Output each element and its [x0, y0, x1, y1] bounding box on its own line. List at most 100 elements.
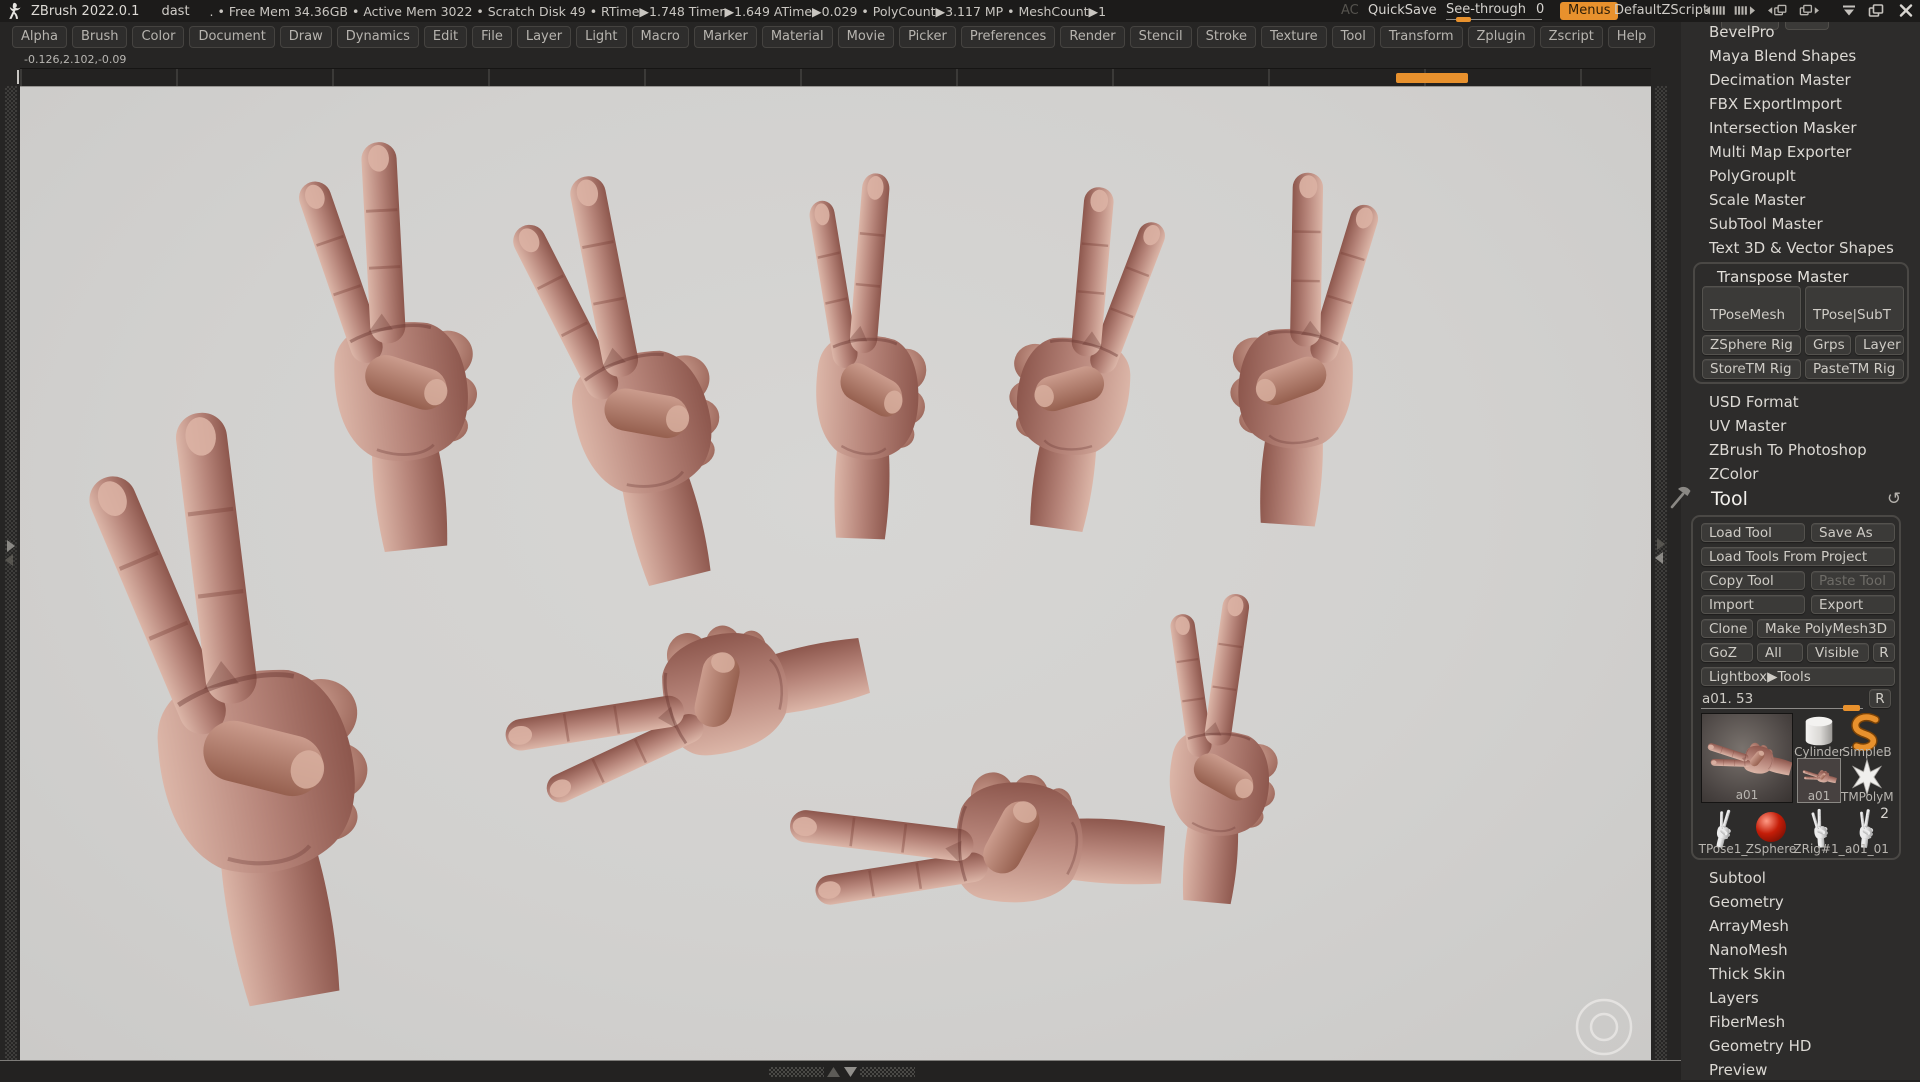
load-tools-from-project-button[interactable]: Load Tools From Project: [1701, 547, 1895, 566]
section-geometry[interactable]: Geometry: [1681, 890, 1920, 914]
layer-button[interactable]: Layer: [1855, 335, 1904, 355]
plugin-subtool-master[interactable]: SubTool Master: [1681, 212, 1920, 236]
storetm-rig-button[interactable]: StoreTM Rig: [1702, 359, 1801, 379]
restore-window-button[interactable]: [1868, 3, 1884, 18]
menu-alpha[interactable]: Alpha: [12, 26, 67, 48]
sculpted-hand[interactable]: [289, 132, 495, 560]
plugin-intersection-masker[interactable]: Intersection Masker: [1681, 116, 1920, 140]
plugin-fbx-exportimport[interactable]: FBX ExportImport: [1681, 92, 1920, 116]
slider-r-button[interactable]: R: [1869, 689, 1891, 708]
plugin-usd-format[interactable]: USD Format: [1681, 390, 1920, 414]
import-button[interactable]: Import: [1701, 595, 1805, 614]
plugin-zcolor[interactable]: ZColor: [1681, 462, 1920, 486]
tool-thumb-zrig1[interactable]: ZRig#1_: [1793, 808, 1845, 856]
quicksave-button[interactable]: QuickSave: [1368, 3, 1437, 18]
pastetm-rig-button[interactable]: PasteTM Rig: [1805, 359, 1904, 379]
menu-draw[interactable]: Draw: [279, 26, 332, 48]
menu-edit[interactable]: Edit: [423, 26, 468, 48]
menu-preferences[interactable]: Preferences: [960, 26, 1056, 48]
menu-tool[interactable]: Tool: [1331, 26, 1375, 48]
goz-visible-button[interactable]: Visible: [1807, 643, 1869, 662]
window-cycle-right-icon[interactable]: [1797, 3, 1819, 18]
goz-all-button[interactable]: All: [1757, 643, 1803, 662]
plugin-multi-map-exporter[interactable]: Multi Map Exporter: [1681, 140, 1920, 164]
right-tray-toggle-arrows[interactable]: [1653, 536, 1667, 566]
tool-thumb-simplebrush[interactable]: SimpleB: [1842, 713, 1892, 759]
section-thick-skin[interactable]: Thick Skin: [1681, 962, 1920, 986]
tool-thumb-tpose1[interactable]: TPose1_: [1699, 808, 1747, 856]
menu-color[interactable]: Color: [132, 26, 185, 48]
menu-dynamics[interactable]: Dynamics: [336, 26, 419, 48]
menu-texture[interactable]: Texture: [1261, 26, 1327, 48]
active-tool-slider-handle[interactable]: [1843, 705, 1860, 711]
plugin-zbrush-to-photoshop[interactable]: ZBrush To Photoshop: [1681, 438, 1920, 462]
menu-marker[interactable]: Marker: [693, 26, 757, 48]
load-tool-button[interactable]: Load Tool: [1701, 523, 1805, 542]
tool-thumb-a01-small[interactable]: a01: [1797, 758, 1841, 803]
plugin-scale-master[interactable]: Scale Master: [1681, 188, 1920, 212]
tray-up-arrow-icon[interactable]: [826, 1066, 841, 1078]
section-subtool[interactable]: Subtool: [1681, 866, 1920, 890]
sculpted-hand[interactable]: [496, 156, 757, 601]
transpose-master-title[interactable]: Transpose Master: [1717, 268, 1848, 286]
see-through-slider[interactable]: See-through 0: [1446, 2, 1544, 22]
plugin-text-3d-vector-shapes[interactable]: Text 3D & Vector Shapes: [1681, 236, 1920, 260]
paste-tool-button[interactable]: Paste Tool: [1811, 571, 1895, 590]
section-preview[interactable]: Preview: [1681, 1058, 1920, 1082]
tool-thumb-a01-01[interactable]: 2 a01_01: [1845, 806, 1889, 856]
section-fibermesh[interactable]: FiberMesh: [1681, 1010, 1920, 1034]
sculpted-hand[interactable]: [794, 168, 935, 543]
left-tray-toggle-arrows[interactable]: [3, 538, 17, 568]
make-polymesh3d-button[interactable]: Make PolyMesh3D: [1757, 619, 1895, 638]
active-tool-thumbnail[interactable]: a01: [1701, 713, 1796, 803]
menu-picker[interactable]: Picker: [899, 26, 956, 48]
section-geometry-hd[interactable]: Geometry HD: [1681, 1034, 1920, 1058]
plugin-decimation-master[interactable]: Decimation Master: [1681, 68, 1920, 92]
lightbox-tools-button[interactable]: Lightbox▶Tools: [1701, 667, 1895, 686]
menu-stencil[interactable]: Stencil: [1129, 26, 1192, 48]
grps-button[interactable]: Grps: [1805, 335, 1851, 355]
sculpted-hand[interactable]: [73, 394, 405, 1020]
divider-bars-left-icon[interactable]: [1705, 3, 1727, 18]
plugin-polygroupit[interactable]: PolyGroupIt: [1681, 164, 1920, 188]
menu-movie[interactable]: Movie: [837, 26, 895, 48]
default-zscript-button[interactable]: DefaultZScript: [1614, 3, 1708, 18]
shelf-segment-track[interactable]: [17, 68, 1651, 86]
goz-r-button[interactable]: R: [1873, 643, 1895, 662]
menu-light[interactable]: Light: [576, 26, 627, 48]
menu-transform[interactable]: Transform: [1379, 26, 1463, 48]
active-tool-slider-track[interactable]: [1701, 708, 1863, 709]
menus-toggle-button[interactable]: Menus: [1560, 2, 1619, 20]
menu-help[interactable]: Help: [1607, 26, 1656, 48]
plugin-uv-master[interactable]: UV Master: [1681, 414, 1920, 438]
plugin-maya-blend-shapes[interactable]: Maya Blend Shapes: [1681, 44, 1920, 68]
close-button[interactable]: [1898, 3, 1914, 18]
goz-button[interactable]: GoZ: [1701, 643, 1753, 662]
section-arraymesh[interactable]: ArrayMesh: [1681, 914, 1920, 938]
tool-thumb-cylinder[interactable]: Cylinder: [1794, 713, 1844, 759]
menu-layer[interactable]: Layer: [516, 26, 572, 48]
right-tray-divider[interactable]: [1651, 86, 1681, 1060]
export-button[interactable]: Export: [1811, 595, 1895, 614]
tray-expand-arrows[interactable]: [824, 1066, 860, 1078]
tool-palette-title[interactable]: Tool: [1711, 488, 1748, 510]
section-nanomesh[interactable]: NanoMesh: [1681, 938, 1920, 962]
minimize-button[interactable]: [1841, 3, 1857, 18]
sculpted-hand[interactable]: [990, 176, 1175, 540]
menu-zscript[interactable]: Zscript: [1539, 26, 1603, 48]
left-tray-divider[interactable]: [0, 86, 20, 1060]
section-layers[interactable]: Layers: [1681, 986, 1920, 1010]
document-canvas[interactable]: [20, 86, 1651, 1061]
bottom-tray-handle[interactable]: [769, 1067, 915, 1077]
sculpted-hand[interactable]: [1143, 586, 1294, 909]
tool-reset-icon[interactable]: ↺: [1887, 489, 1901, 509]
menu-stroke[interactable]: Stroke: [1196, 26, 1256, 48]
menu-render[interactable]: Render: [1060, 26, 1125, 48]
menu-material[interactable]: Material: [761, 26, 833, 48]
sculpted-hand[interactable]: [1220, 166, 1386, 532]
menu-brush[interactable]: Brush: [71, 26, 128, 48]
copy-tool-button[interactable]: Copy Tool: [1701, 571, 1805, 590]
sculpted-hand[interactable]: [782, 756, 1170, 933]
shelf-scroll-indicator[interactable]: [1396, 73, 1468, 83]
plugin-bevelpro[interactable]: BevelPro: [1681, 20, 1920, 44]
